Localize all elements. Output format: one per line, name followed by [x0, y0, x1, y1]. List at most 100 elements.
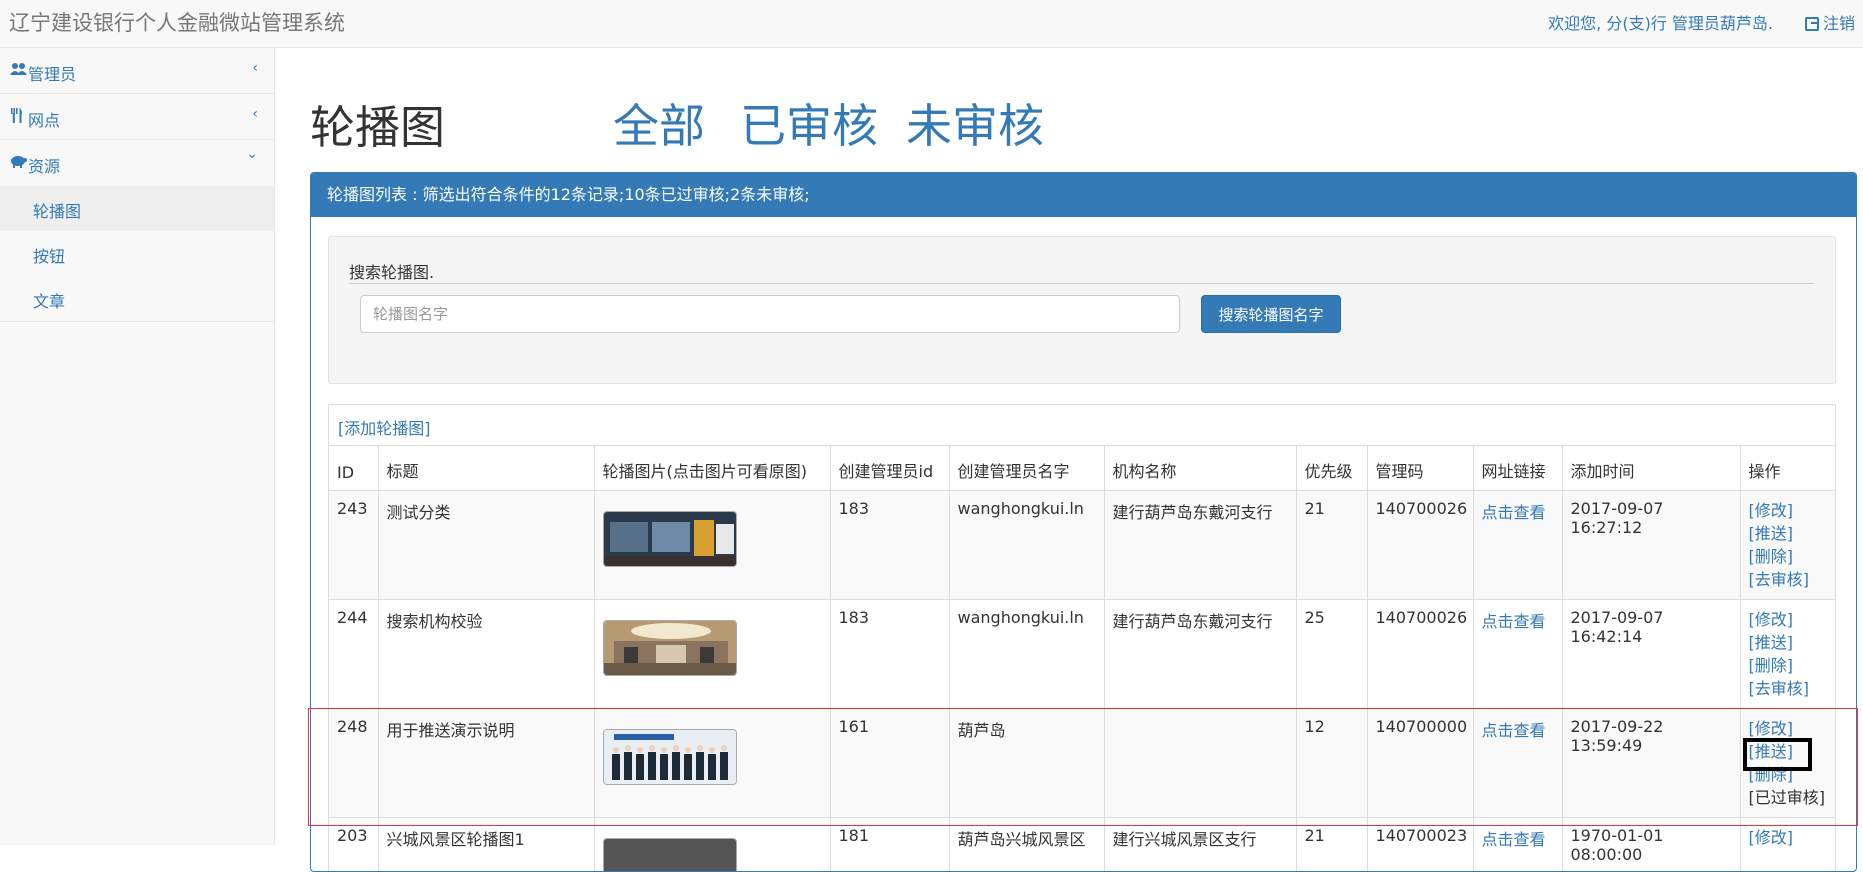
- carousel-thumbnail[interactable]: [603, 511, 737, 567]
- page-title: 轮播图: [310, 91, 445, 156]
- cell-image: [594, 491, 830, 600]
- push-link[interactable]: [推送]: [1749, 740, 1827, 763]
- sidebar-subitem-buttons[interactable]: 按钮: [0, 231, 274, 276]
- panel-heading: 轮播图列表 : 筛选出符合条件的12条记录;10条已过审核;2条未审核;: [311, 173, 1856, 217]
- divider: [349, 283, 1814, 284]
- cell-time: 2017-09-07 16:42:14: [1562, 600, 1740, 709]
- cutlery-icon: [10, 108, 26, 124]
- delete-link[interactable]: [删除]: [1749, 654, 1827, 677]
- cell-org: 建行葫芦岛东戴河支行: [1104, 600, 1296, 709]
- table-row: 248 用于推送演示说明 161 葫芦岛 12 140700000 点击查看: [329, 709, 1835, 818]
- add-carousel-link[interactable]: [添加轮播图]: [338, 415, 431, 439]
- cell-code: 140700026: [1367, 600, 1473, 709]
- cell-priority: 21: [1296, 491, 1367, 600]
- main-content: 轮播图 全部 已审核 未审核 轮播图列表 : 筛选出符合条件的12条记录;10条…: [275, 48, 1863, 845]
- carousel-list-panel: 轮播图列表 : 筛选出符合条件的12条记录;10条已过审核;2条未审核; 搜索轮…: [310, 172, 1857, 872]
- cell-admin-id: 183: [830, 491, 949, 600]
- filter-pending-link[interactable]: 未审核: [906, 90, 1044, 156]
- edit-link[interactable]: [修改]: [1749, 826, 1827, 849]
- cell-time: 2017-09-22 13:59:49: [1562, 709, 1740, 818]
- logout-icon: [1805, 17, 1819, 31]
- view-link[interactable]: 点击查看: [1482, 503, 1546, 522]
- sidebar-subitem-carousel[interactable]: 轮播图: [0, 186, 274, 231]
- table-row: 244 搜索机构校验 183 wanghongkui.ln 建行葫芦岛东戴河支行…: [329, 600, 1835, 709]
- column-header: 机构名称: [1104, 446, 1296, 491]
- sidebar-subitem-label: 轮播图: [33, 198, 81, 222]
- delete-link[interactable]: [删除]: [1749, 545, 1827, 568]
- sidebar-subitem-label: 按钮: [33, 243, 65, 267]
- push-link[interactable]: [推送]: [1749, 522, 1827, 545]
- table-container: [添加轮播图] ID 标题 轮播图片(点击图片可看原图) 创建管理员id 创建管…: [328, 404, 1836, 872]
- cell-title: 用于推送演示说明: [378, 709, 594, 818]
- search-button[interactable]: 搜索轮播图名字: [1201, 295, 1341, 333]
- search-input[interactable]: [360, 295, 1180, 333]
- column-header: 操作: [1740, 446, 1835, 491]
- search-legend: 搜索轮播图.: [349, 259, 434, 283]
- users-icon: [10, 62, 26, 78]
- approved-status: [已过审核]: [1749, 786, 1827, 809]
- sidebar-item-label: 资源: [28, 153, 60, 177]
- app-title[interactable]: 辽宁建设银行个人金融微站管理系统: [9, 7, 345, 37]
- carousel-thumbnail[interactable]: [603, 729, 737, 785]
- sidebar-item-label: 管理员: [28, 61, 76, 85]
- cell-admin-id: 183: [830, 600, 949, 709]
- cell-admin-name: wanghongkui.ln: [949, 600, 1104, 709]
- cell-code: 140700026: [1367, 491, 1473, 600]
- sidebar-item-label: 网点: [28, 107, 60, 131]
- edit-link[interactable]: [修改]: [1749, 717, 1827, 740]
- cell-link: 点击查看: [1473, 491, 1562, 600]
- cell-org: [1104, 709, 1296, 818]
- cell-image: [594, 600, 830, 709]
- sidebar-item-resources[interactable]: 资源 ⌄: [0, 140, 274, 186]
- edit-link[interactable]: [修改]: [1749, 608, 1827, 631]
- cell-id: 244: [329, 600, 378, 709]
- logout-link[interactable]: 注销: [1805, 10, 1855, 34]
- sidebar-subitem-articles[interactable]: 文章: [0, 276, 274, 321]
- sidebar-subitem-label: 文章: [33, 288, 65, 312]
- cell-admin-name: 葫芦岛: [949, 709, 1104, 818]
- cell-title: 搜索机构校验: [378, 600, 594, 709]
- review-link[interactable]: [去审核]: [1749, 568, 1827, 591]
- view-link[interactable]: 点击查看: [1482, 721, 1546, 740]
- filter-all-link[interactable]: 全部: [613, 90, 705, 156]
- cell-actions: [修改] [推送] [删除] [去审核]: [1740, 600, 1835, 709]
- cell-actions: [修改] [推送] [删除] [去审核]: [1740, 491, 1835, 600]
- carousel-thumbnail[interactable]: [603, 620, 737, 676]
- cell-admin-name: wanghongkui.ln: [949, 491, 1104, 600]
- sidebar: 管理员 ‹ 网点 ‹ 资源 ⌄ 轮播图 按钮 文章: [0, 48, 275, 845]
- review-link[interactable]: [去审核]: [1749, 677, 1827, 700]
- column-header: ID: [329, 446, 378, 491]
- cell-org: 建行葫芦岛东戴河支行: [1104, 491, 1296, 600]
- chevron-left-icon: ‹: [252, 60, 258, 76]
- push-link[interactable]: [推送]: [1749, 631, 1827, 654]
- cell-link: 点击查看: [1473, 600, 1562, 709]
- cell-link: 点击查看: [1473, 709, 1562, 818]
- cell-priority: 25: [1296, 600, 1367, 709]
- cell-image: [594, 709, 830, 818]
- view-link[interactable]: 点击查看: [1482, 830, 1546, 849]
- cell-priority: 12: [1296, 709, 1367, 818]
- table-header-row: ID 标题 轮播图片(点击图片可看原图) 创建管理员id 创建管理员名字 机构名…: [329, 446, 1835, 491]
- view-link[interactable]: 点击查看: [1482, 612, 1546, 631]
- sidebar-item-admin[interactable]: 管理员 ‹: [0, 48, 274, 94]
- piggy-bank-icon: [10, 154, 26, 170]
- search-form: 搜索轮播图. 搜索轮播图名字: [328, 236, 1836, 384]
- cell-admin-id: 161: [830, 709, 949, 818]
- carousel-table: ID 标题 轮播图片(点击图片可看原图) 创建管理员id 创建管理员名字 机构名…: [329, 445, 1836, 872]
- filter-approved-link[interactable]: 已审核: [740, 90, 878, 156]
- cell-actions: [修改] [推送] [删除] [已过审核]: [1740, 709, 1835, 818]
- chevron-left-icon: ‹: [252, 106, 258, 122]
- cell-title: 测试分类: [378, 491, 594, 600]
- top-navbar: 辽宁建设银行个人金融微站管理系统 欢迎您, 分(支)行 管理员葫芦岛. 注销: [0, 0, 1863, 48]
- cell-id: 243: [329, 491, 378, 600]
- sidebar-item-branch[interactable]: 网点 ‹: [0, 94, 274, 140]
- table-row: 243 测试分类 183 wanghongkui.ln 建行葫芦岛东戴河支行 2…: [329, 491, 1835, 600]
- column-header: 管理码: [1367, 446, 1473, 491]
- column-header: 网址链接: [1473, 446, 1562, 491]
- cell-id: 248: [329, 709, 378, 818]
- delete-link[interactable]: [删除]: [1749, 763, 1827, 786]
- edit-link[interactable]: [修改]: [1749, 499, 1827, 522]
- carousel-thumbnail[interactable]: [603, 838, 737, 872]
- sidebar-submenu: 轮播图 按钮 文章: [0, 186, 274, 322]
- column-header: 添加时间: [1562, 446, 1740, 491]
